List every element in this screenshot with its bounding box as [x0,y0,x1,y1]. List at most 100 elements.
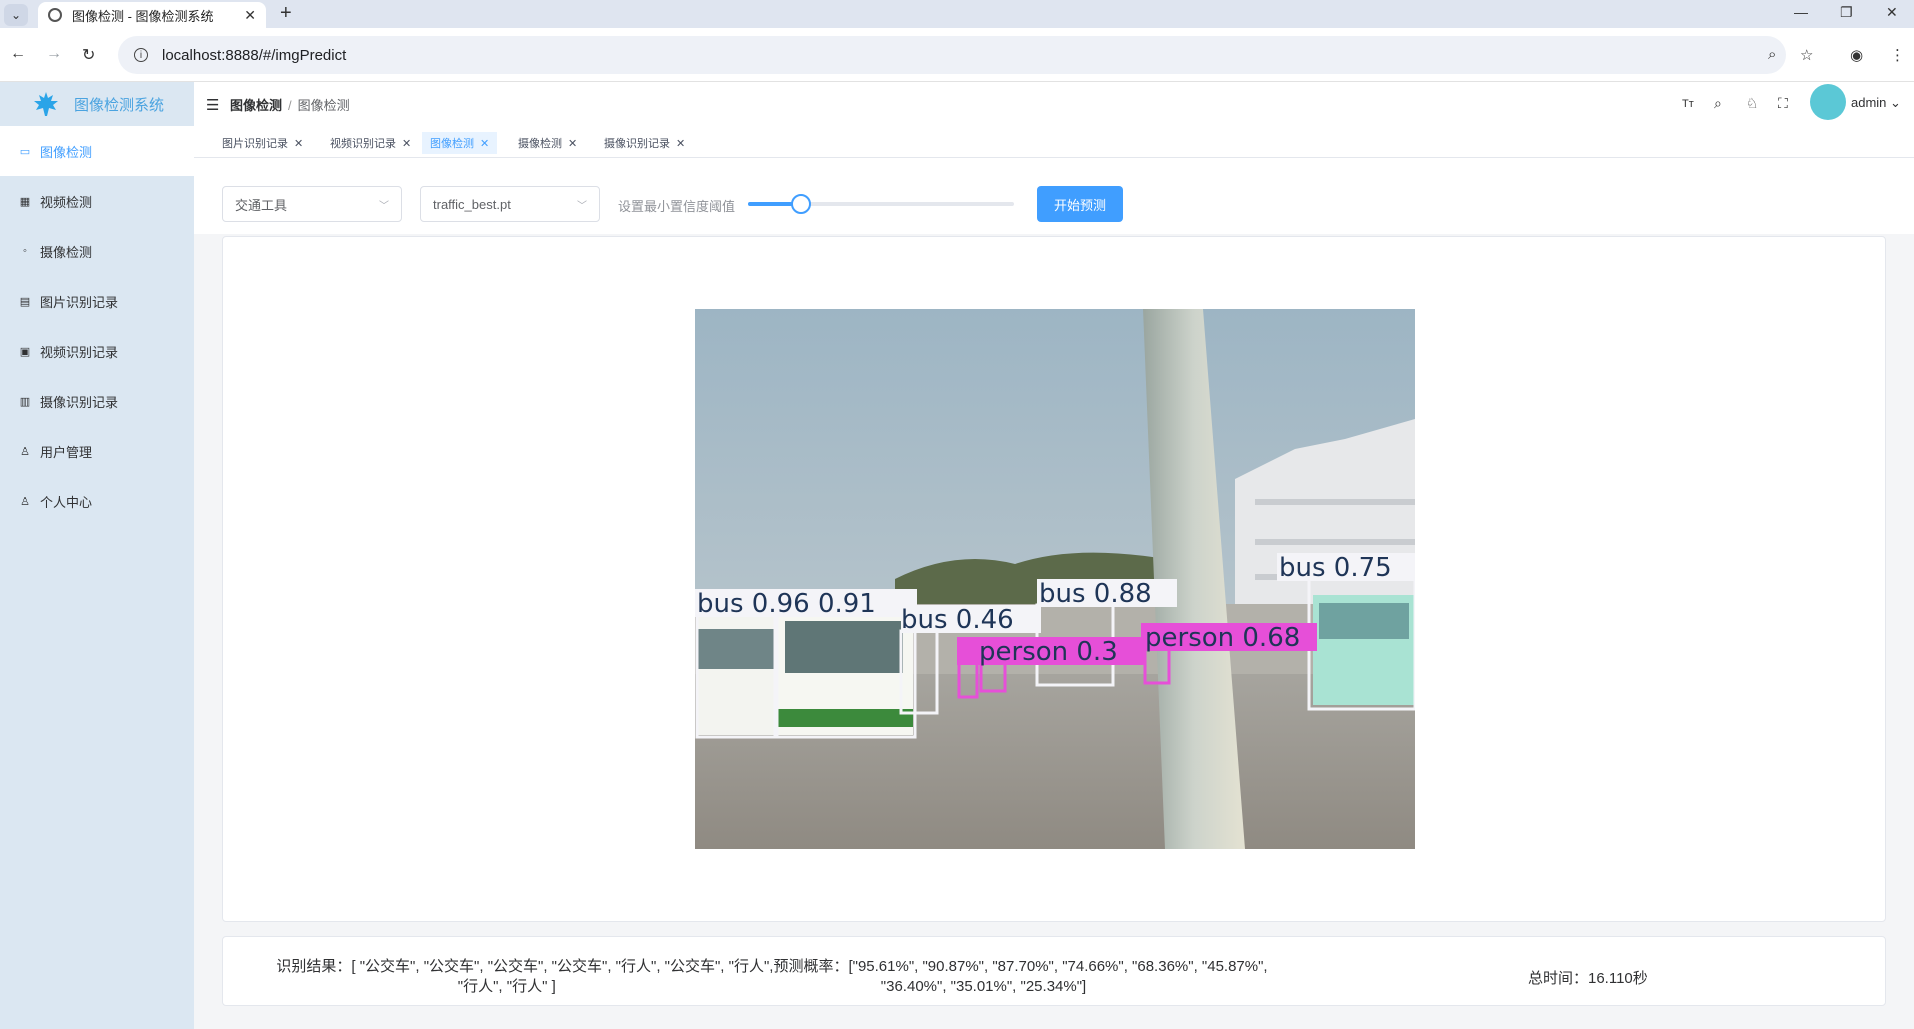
maple-leaf-logo-icon [34,92,58,116]
sidebar-item-user-management[interactable]: ♙ 用户管理 [0,426,194,476]
camera-record-icon: ▥ [19,395,31,408]
address-bar-row: ← → ↻ i localhost:8888/#/imgPredict ⌕ ☆ … [0,28,1914,82]
recognition-result: 识别结果：[ "公交车", "公交车", "公交车", "公交车", "行人",… [247,957,1297,997]
app-header: ☰ 图像检测 / 图像检测 Tт ⌕ ♘ ⛶ admin ⌄ [194,82,1914,126]
sidebar-item-label: 摄像检测 [40,244,93,260]
url-text: localhost:8888/#/imgPredict [162,46,347,64]
minimize-button[interactable]: — [1794,4,1808,20]
profile-icon[interactable]: ◉ [1850,46,1863,64]
globe-icon [48,8,62,22]
tab-search-button[interactable]: ⌄ [4,4,28,26]
detection-label: bus 0.75 [1279,553,1392,583]
close-icon[interactable]: ✕ [568,137,577,150]
new-tab-button[interactable]: + [280,2,292,25]
sidebar-item-label: 图像检测 [40,144,93,160]
model-select[interactable]: traffic_best.pt ﹀ [420,186,600,222]
toolbar: 交通工具 ﹀ traffic_best.pt ﹀ 设置最小置信度阈值 开始预测 [194,158,1914,234]
user-icon: ♙ [20,445,30,458]
browser-tab-title: 图像检测 - 图像检测系统 [72,8,214,24]
tag-label: 摄像识别记录 [604,138,670,150]
detection-label: bus 0.46 [901,605,1014,635]
tags-view: 图片识别记录 ✕ 视频识别记录 ✕ 图像检测 ✕ 摄像检测 ✕ 摄像识别记录 ✕ [194,126,1914,158]
fullscreen-icon[interactable]: ⛶ [1778,95,1788,112]
close-icon[interactable]: ✕ [480,137,489,150]
app-name: 图像检测系统 [74,96,165,114]
tag-label: 视频识别记录 [330,138,396,150]
category-select[interactable]: 交通工具 ﹀ [222,186,402,222]
chevron-down-icon: ⌄ [10,8,22,22]
chevron-down-icon: ﹀ [577,201,587,212]
close-tab-icon[interactable]: ✕ [244,7,256,24]
sidebar-item-label: 用户管理 [40,444,93,460]
url-bar[interactable]: i localhost:8888/#/imgPredict [118,36,1786,74]
back-icon[interactable]: ← [10,45,26,63]
bookmark-star-icon[interactable]: ☆ [1800,46,1813,64]
camera-icon: ◦ [23,245,27,257]
menu-dots-icon[interactable]: ⋮ [1890,46,1905,64]
tag-picture-records[interactable]: 图片识别记录 ✕ [214,132,311,154]
hamburger-icon[interactable]: ☰ [206,96,219,114]
close-icon[interactable]: ✕ [294,137,303,150]
detection-result-image: bus 0.96 0.91 bus 0.46 bus 0.88 bus 0.75… [695,309,1415,849]
result-line: "行人", "行人" ] "36.40%", "35.01%", "25.34%… [457,978,1087,995]
sidebar-item-camera-detect[interactable]: ◦ 摄像检测 [0,226,194,276]
close-icon[interactable]: ✕ [402,137,411,150]
sidebar-item-label: 个人中心 [40,494,93,510]
browser-tab-strip: ⌄ 图像检测 - 图像检测系统 ✕ + — ❐ ✕ [0,0,1914,28]
site-info-icon[interactable]: i [134,48,148,62]
result-line: 识别结果：[ "公交车", "公交车", "公交车", "公交车", "行人",… [276,958,1268,975]
sidebar-item-video-detect[interactable]: ▦ 视频检测 [0,176,194,226]
detection-label: person 0.68 [1145,623,1300,653]
search-icon[interactable]: ⌕ [1714,95,1722,112]
tag-label: 图片识别记录 [222,138,288,150]
sidebar-item-video-records[interactable]: ▣ 视频识别记录 [0,326,194,376]
username-text: admin [1851,95,1887,110]
browser-tab[interactable]: 图像检测 - 图像检测系统 ✕ [38,2,266,28]
sidebar-item-camera-records[interactable]: ▥ 摄像识别记录 [0,376,194,426]
sidebar-item-label: 视频识别记录 [40,344,119,360]
start-predict-button[interactable]: 开始预测 [1037,186,1123,222]
breadcrumb-item[interactable]: 图像检测 [230,98,282,113]
sidebar-item-picture-records[interactable]: ▤ 图片识别记录 [0,276,194,326]
confidence-slider-thumb[interactable] [791,194,812,214]
detection-label: person 0.3 [979,637,1118,667]
breadcrumb-item: 图像检测 [297,98,350,113]
sidebar-item-personal-center[interactable]: ♙ 个人中心 [0,476,194,526]
sidebar-item-image-detect[interactable]: ▭ 图像检测 [0,126,194,176]
reload-icon[interactable]: ↻ [82,45,95,65]
zoom-icon[interactable]: ⌕ [1768,46,1776,63]
model-select-value: traffic_best.pt [433,196,511,212]
picture-record-icon: ▤ [19,295,31,308]
restore-button[interactable]: ❐ [1840,4,1853,21]
tag-camera-detect[interactable]: 摄像检测 ✕ [510,132,585,154]
breadcrumb-separator: / [288,98,292,113]
category-select-value: 交通工具 [235,197,288,213]
sidebar-item-label: 摄像识别记录 [40,394,119,410]
close-window-button[interactable]: ✕ [1886,4,1898,21]
tag-camera-records[interactable]: 摄像识别记录 ✕ [596,132,693,154]
video-record-icon: ▣ [19,345,31,358]
avatar[interactable] [1810,84,1846,120]
close-icon[interactable]: ✕ [676,137,685,150]
image-result-panel: bus 0.96 0.91 bus 0.46 bus 0.88 bus 0.75… [222,236,1886,922]
tag-video-records[interactable]: 视频识别记录 ✕ [322,132,419,154]
tag-image-detect[interactable]: 图像检测 ✕ [422,132,498,154]
person-icon: ♙ [20,495,30,508]
font-size-icon[interactable]: Tт [1682,98,1694,110]
forward-icon[interactable]: → [46,45,62,63]
tag-label: 摄像检测 [518,138,562,150]
sidebar-item-label: 视频检测 [40,194,93,210]
detection-label: bus 0.88 [1039,579,1152,609]
theme-icon[interactable]: ♘ [1746,95,1759,112]
tag-label: 图像检测 [430,138,474,150]
sidebar-item-label: 图片识别记录 [40,294,119,310]
result-bar: 识别结果：[ "公交车", "公交车", "公交车", "公交车", "行人",… [222,936,1886,1006]
confidence-label: 设置最小置信度阈值 [618,199,736,214]
username[interactable]: admin ⌄ [1851,95,1901,111]
image-icon: ▭ [19,145,31,158]
confidence-slider[interactable] [748,194,1014,214]
sidebar: 图像检测系统 ▭ 图像检测 ▦ 视频检测 ◦ 摄像检测 ▤ 图片识别记录 ▣ 视… [0,82,194,1029]
total-time: 总时间：16.110秒 [1528,970,1648,987]
main-content: 交通工具 ﹀ traffic_best.pt ﹀ 设置最小置信度阈值 开始预测 [194,158,1914,1029]
chevron-down-icon: ⌄ [1890,95,1901,110]
